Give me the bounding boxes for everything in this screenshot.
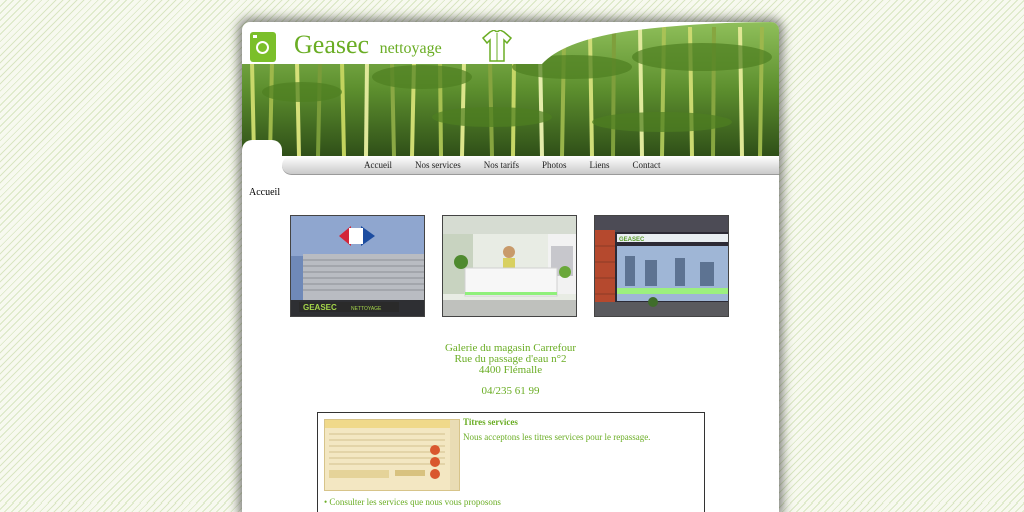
page-title: Accueil [249,187,281,198]
nav-item-nos-tarifs[interactable]: Nos tarifs [484,158,519,172]
brand-subtitle: nettoyage [379,40,442,57]
services-box: Titres services Nous acceptons les titre… [317,412,705,512]
nav-item-contact[interactable]: Contact [633,158,661,172]
phone-number: 04/235 61 99 [481,385,540,397]
storefront-sign-text: GEASEC [619,237,645,243]
services-link[interactable]: • Consulter les services que nous vous p… [324,497,501,507]
header: Geasec nettoyage [242,22,779,156]
main-navigation: Accueil Nos services Nos tarifs Photos L… [282,156,779,175]
site-logo-text[interactable]: Geasec nettoyage [294,30,442,60]
titres-services-ticket-image [324,419,460,491]
nav-item-accueil[interactable]: Accueil [364,158,392,172]
address-line-3: 4400 Flémalle [478,364,543,376]
photo-sign-subtext: NETTOYAGE [351,306,382,312]
nav-item-liens[interactable]: Liens [590,158,610,172]
store-exterior-photo[interactable]: GEASEC NETTOYAGE [290,215,425,317]
photo-sign-text: GEASEC [303,303,337,312]
shirt-icon [482,30,512,62]
nav-item-nos-services[interactable]: Nos services [415,158,461,172]
nav-tab-corner [242,140,282,174]
nav-item-photos[interactable]: Photos [542,158,567,172]
page-container: Geasec nettoyage Accueil Nos services No… [242,22,779,512]
brand-name: Geasec [294,30,370,59]
storefront-photo[interactable]: GEASEC [594,215,729,317]
washing-machine-icon [250,32,276,62]
services-box-title: Titres services [463,417,518,427]
services-box-text: Nous acceptons les titres services pour … [463,432,651,442]
store-interior-photo[interactable] [442,215,577,317]
